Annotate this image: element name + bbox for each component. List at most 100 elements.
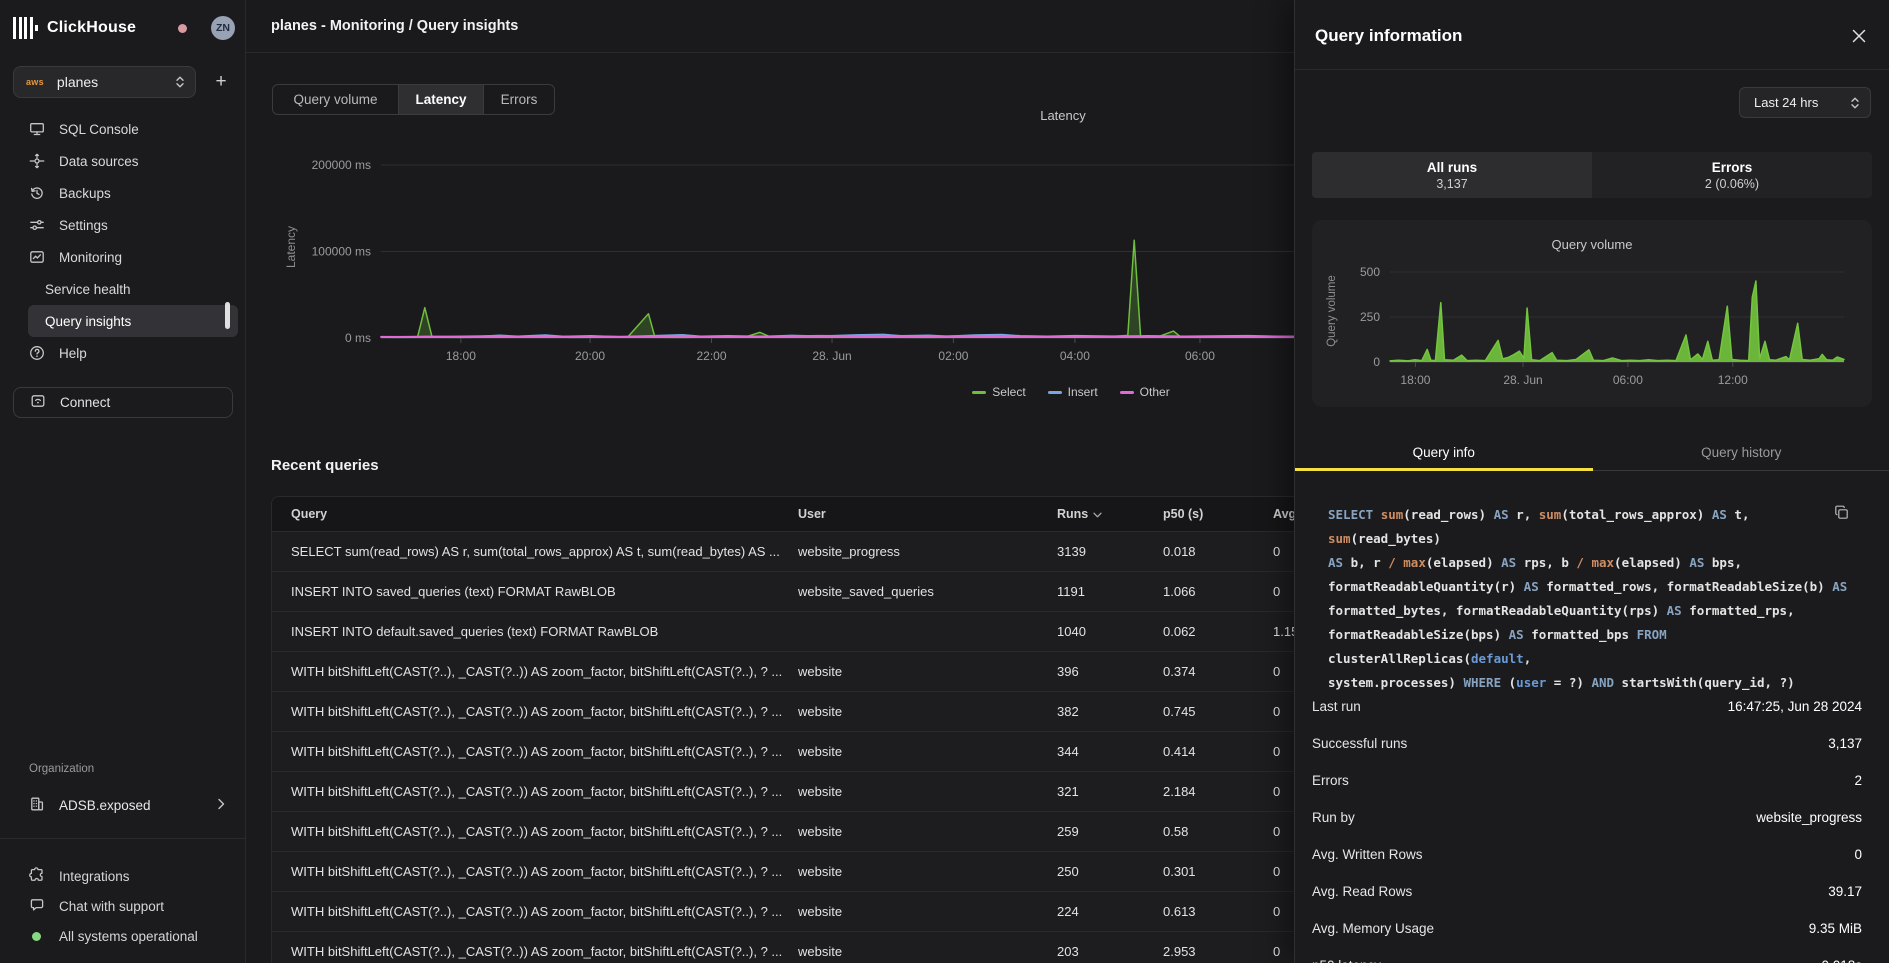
app-name: ClickHouse [47,19,136,37]
sidebar-item-label: Backups [59,186,111,201]
backups-icon [29,185,45,201]
query-volume-chart-title: Query volume [1312,237,1872,252]
summary-tab-label: Errors [1712,160,1753,175]
table-cell: 0 [1273,704,1294,719]
system-status-link[interactable]: All systems operational [13,921,233,951]
code-line: formatReadableSize(bps) AS formatted_bps… [1328,623,1848,671]
legend-label: Select [992,385,1025,399]
table-cell: 0 [1273,864,1294,879]
tab-all-runs[interactable]: All runs 3,137 [1312,152,1592,198]
query-volume-chart[interactable]: 025050018:0028. Jun06:0012:00 [1322,258,1862,398]
puzzle-icon [29,867,45,886]
table-cell: 259 [1057,824,1163,839]
latency-chart[interactable]: 0 ms100000 ms200000 ms18:0020:0022:0028.… [286,150,1294,380]
table-cell: INSERT INTO default.saved_queries (text)… [272,624,798,639]
sidebar-item-label: Data sources [59,154,139,169]
table-cell: 2.184 [1163,784,1273,799]
table-cell: website [798,664,1057,679]
tab-latency[interactable]: Latency [398,85,483,114]
sidebar-item-query-insights[interactable]: Query insights [28,305,238,337]
data-sources-icon [29,153,45,169]
column-header-runs[interactable]: Runs [1057,507,1163,521]
table-cell: website [798,784,1057,799]
table-cell: 1191 [1057,584,1163,599]
table-cell: 250 [1057,864,1163,879]
table-cell: 0.745 [1163,704,1273,719]
sidebar-item-settings[interactable]: Settings [28,209,238,241]
table-row[interactable]: WITH bitShiftLeft(CAST(?..), _CAST(?..))… [272,811,1294,851]
table-cell: 0.58 [1163,824,1273,839]
tab-errors-summary[interactable]: Errors 2 (0.06%) [1592,152,1872,198]
legend-item[interactable]: Other [1120,385,1170,399]
table-row[interactable]: WITH bitShiftLeft(CAST(?..), _CAST(?..))… [272,851,1294,891]
legend-item[interactable]: Select [972,385,1025,399]
svg-text:0 ms: 0 ms [345,331,371,345]
legend-label: Insert [1068,385,1098,399]
service-name: planes [57,74,98,90]
table-cell: website [798,904,1057,919]
table-cell: website [798,824,1057,839]
table-cell: 0 [1273,824,1294,839]
table-row[interactable]: WITH bitShiftLeft(CAST(?..), _CAST(?..))… [272,931,1294,963]
notification-dot[interactable] [178,24,187,33]
tab-query-info[interactable]: Query info [1295,434,1593,470]
sidebar-item-monitoring[interactable]: Monitoring [28,241,238,273]
legend-swatch [1120,391,1134,394]
table-cell: 344 [1057,744,1163,759]
table-cell: WITH bitShiftLeft(CAST(?..), _CAST(?..))… [272,704,798,719]
tab-query-volume[interactable]: Query volume [273,85,398,114]
table-row[interactable]: WITH bitShiftLeft(CAST(?..), _CAST(?..))… [272,691,1294,731]
add-service-button[interactable]: + [206,67,236,97]
sidebar-item-backups[interactable]: Backups [28,177,238,209]
table-cell: 0 [1273,744,1294,759]
legend-label: Other [1140,385,1170,399]
svg-text:22:00: 22:00 [696,349,726,363]
table-row[interactable]: WITH bitShiftLeft(CAST(?..), _CAST(?..))… [272,731,1294,771]
table-header-row: QueryUserRunsp50 (s)Avg. [272,497,1294,531]
table-row[interactable]: SELECT sum(read_rows) AS r, sum(total_ro… [272,531,1294,571]
stat-row: Avg. Memory Usage9.35 MiB [1295,910,1889,947]
sidebar-item-label: Monitoring [59,250,122,265]
avatar[interactable]: ZN [211,16,235,40]
table-row[interactable]: WITH bitShiftLeft(CAST(?..), _CAST(?..))… [272,651,1294,691]
table-row[interactable]: INSERT INTO saved_queries (text) FORMAT … [272,571,1294,611]
legend-swatch [1048,391,1062,394]
latency-chart-title: Latency [1013,108,1113,123]
tab-errors[interactable]: Errors [483,85,554,114]
integrations-link[interactable]: Integrations [13,861,233,891]
query-information-panel: Query information Last 24 hrs All runs 3… [1294,0,1889,963]
table-cell: website [798,864,1057,879]
code-line: AS b, r / max(elapsed) AS rps, b / max(e… [1328,551,1848,575]
service-selector[interactable]: aws planes [13,66,196,98]
legend-item[interactable]: Insert [1048,385,1098,399]
chat-support-link[interactable]: Chat with support [13,891,233,921]
tab-query-history[interactable]: Query history [1593,434,1889,470]
sidebar-item-sql-console[interactable]: SQL Console [28,113,238,145]
table-cell: INSERT INTO saved_queries (text) FORMAT … [272,584,798,599]
close-icon[interactable] [1849,26,1869,46]
stat-value: 39.17 [1828,884,1862,899]
organization-row[interactable]: ADSB.exposed [13,791,233,819]
table-cell: WITH bitShiftLeft(CAST(?..), _CAST(?..))… [272,744,798,759]
svg-text:06:00: 06:00 [1185,349,1215,363]
table-row[interactable]: WITH bitShiftLeft(CAST(?..), _CAST(?..))… [272,771,1294,811]
svg-text:500: 500 [1360,265,1380,279]
table-row[interactable]: INSERT INTO default.saved_queries (text)… [272,611,1294,651]
table-cell: 0 [1273,544,1294,559]
connect-button[interactable]: Connect [13,387,233,418]
sidebar-item-help[interactable]: Help [28,337,238,369]
stat-row: Avg. Written Rows0 [1295,836,1889,873]
main-header: planes - Monitoring / Query insights [246,0,1294,53]
table-row[interactable]: WITH bitShiftLeft(CAST(?..), _CAST(?..))… [272,891,1294,931]
sidebar-nav: SQL Console Data sources Backups Setting… [28,113,238,369]
stat-row: Avg. Read Rows39.17 [1295,873,1889,910]
copy-icon[interactable] [1834,505,1849,525]
sql-code-block[interactable]: SELECT sum(read_rows) AS r, sum(total_ro… [1328,503,1848,695]
sidebar-item-service-health[interactable]: Service health [28,273,238,305]
panel-title: Query information [1315,26,1462,46]
footer-item-label: Chat with support [59,899,164,914]
stat-value: 0.018s [1821,958,1862,963]
sidebar-item-data-sources[interactable]: Data sources [28,145,238,177]
sidebar-scrollbar-thumb[interactable] [225,302,230,329]
time-range-select[interactable]: Last 24 hrs [1739,87,1871,118]
